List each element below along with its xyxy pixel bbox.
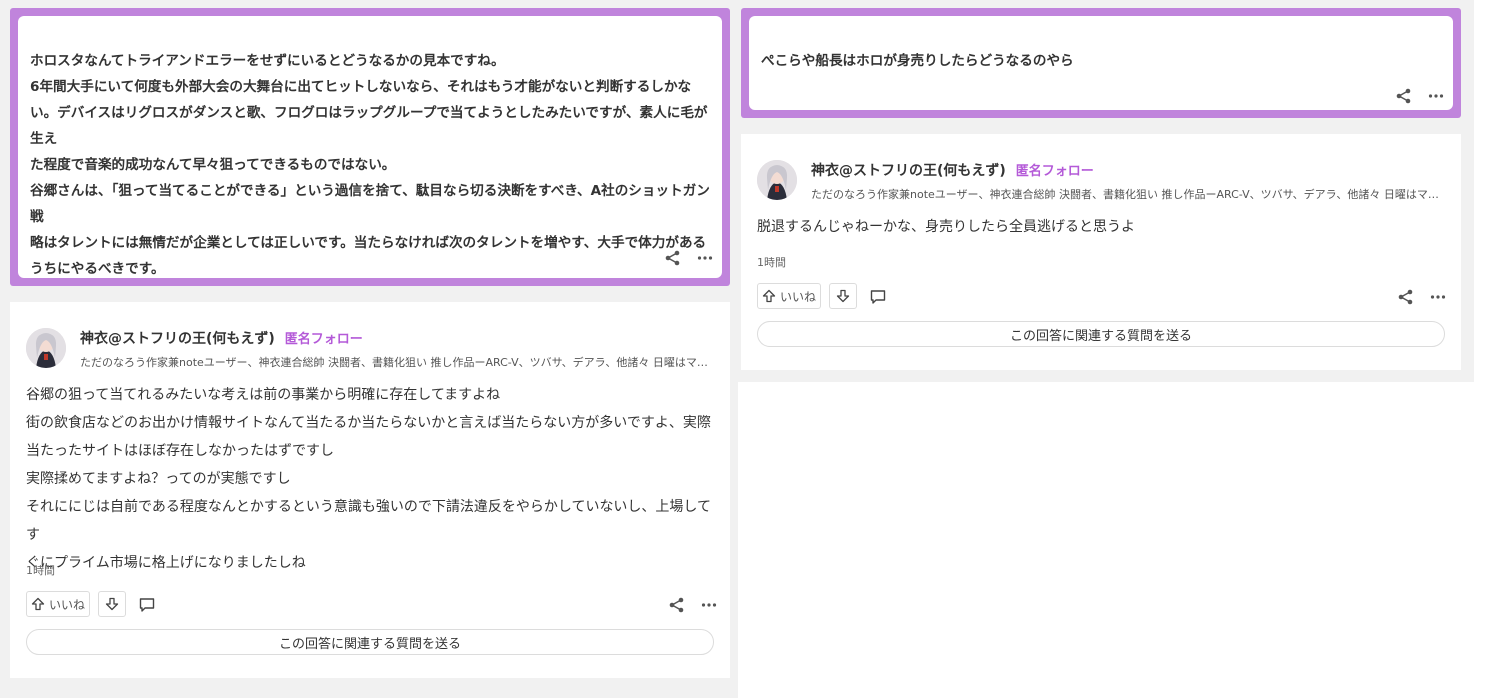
like-label: いいね: [779, 289, 816, 304]
answer-text: 谷郷の狙って当てれるみたいな考えは前の事業から明確に存在してますよね 街の飲食店…: [26, 381, 716, 577]
quoted-text: ぺこらや船長はホロが身売りしたらどうなるのやら: [761, 48, 1451, 74]
more-icon[interactable]: [1427, 87, 1445, 105]
quote-line: ホロスタなんてトライアンドエラーをせずにいるとどうなるかの見本ですね。: [30, 53, 505, 69]
author-row: 神衣@ストフリの王(何もえず) 匿名フォロー: [80, 328, 363, 348]
send-related-question-button[interactable]: この回答に関連する質問を送る: [757, 321, 1445, 347]
answer-actions: [668, 596, 718, 614]
quoted-post-body: ぺこらや船長はホロが身売りしたらどうなるのやら: [749, 16, 1453, 110]
more-icon[interactable]: [696, 249, 714, 267]
comment-icon[interactable]: [869, 288, 887, 306]
timestamp: 1時間: [26, 564, 55, 577]
quoted-post-body: ホロスタなんてトライアンドエラーをせずにいるとどうなるかの見本ですね。 6年間大…: [18, 16, 722, 278]
quote-line: た程度で音楽的成功なんて早々狙ってできるものではない。: [30, 157, 396, 173]
quote-line: 谷郷さんは、「狙って当てることができる」という過信を捨て、駄目なら切る決断をすべ…: [30, 183, 710, 225]
upvote-icon: [762, 289, 776, 303]
downvote-icon: [105, 597, 119, 611]
answer-card-left: 神衣@ストフリの王(何もえず) 匿名フォロー ただのなろう作家兼noteユーザー…: [10, 302, 730, 678]
like-button[interactable]: いいね: [26, 591, 90, 617]
answer-line: 当たったサイトはほぼ存在しなかったはずですし: [26, 443, 334, 459]
author-name[interactable]: 神衣@ストフリの王(何もえず): [80, 328, 275, 348]
answer-line: 谷郷の狙って当てれるみたいな考えは前の事業から明確に存在してますよね: [26, 387, 501, 403]
answer-line: 脱退するんじゃねーかな、身売りしたら全員逃げると思うよ: [757, 219, 1135, 235]
anonymous-follow-button[interactable]: 匿名フォロー: [285, 328, 363, 347]
avatar[interactable]: [757, 160, 797, 200]
answer-line: 街の飲食店などのお出かけ情報サイトなんて当たるか当たらないかと言えば当たらない方…: [26, 415, 711, 431]
downvote-icon: [836, 289, 850, 303]
send-related-question-button[interactable]: この回答に関連する質問を送る: [26, 629, 714, 655]
like-button[interactable]: いいね: [757, 283, 821, 309]
quote-actions: [664, 249, 714, 267]
upvote-icon: [31, 597, 45, 611]
answer-text: 脱退するんじゃねーかな、身売りしたら全員逃げると思うよ: [757, 213, 1447, 241]
downvote-button[interactable]: [98, 591, 126, 617]
author-name[interactable]: 神衣@ストフリの王(何もえず): [811, 160, 1006, 180]
more-icon[interactable]: [1429, 288, 1447, 306]
answer-line: 実際揉めてますよね？ってのが実態ですし: [26, 471, 291, 487]
downvote-button[interactable]: [829, 283, 857, 309]
quoted-text: ホロスタなんてトライアンドエラーをせずにいるとどうなるかの見本ですね。 6年間大…: [30, 48, 720, 282]
share-icon[interactable]: [668, 596, 686, 614]
answer-line: ぐにプライム市場に格上げになりましたしね: [26, 555, 306, 571]
quote-line: 6年間大手にいて何度も外部大会の大舞台に出てヒットしないなら、それはもう才能がな…: [30, 79, 692, 95]
author-bio: ただのなろう作家兼noteユーザー、神衣連合総帥 決闘者、書籍化狙い 推し作品ー…: [811, 188, 1443, 201]
avatar[interactable]: [26, 328, 66, 368]
more-icon[interactable]: [700, 596, 718, 614]
answer-card-right: 神衣@ストフリの王(何もえず) 匿名フォロー ただのなろう作家兼noteユーザー…: [741, 134, 1461, 370]
like-label: いいね: [48, 597, 85, 612]
timestamp: 1時間: [757, 256, 786, 269]
comment-icon[interactable]: [138, 596, 156, 614]
quoted-post-left: ホロスタなんてトライアンドエラーをせずにいるとどうなるかの見本ですね。 6年間大…: [10, 8, 730, 286]
answer-actions: [1397, 288, 1447, 306]
author-row: 神衣@ストフリの王(何もえず) 匿名フォロー: [811, 160, 1094, 180]
quote-line: い。デバイスはリグロスがダンスと歌、フログロはラップグループで当てようとしたみた…: [30, 105, 708, 147]
quote-line: 略はタレントには無情だが企業としては正しいです。当たらなければ次のタレントを増や…: [30, 235, 707, 251]
quote-actions: [1395, 87, 1445, 105]
share-icon[interactable]: [664, 249, 682, 267]
quote-line: ぺこらや船長はホロが身売りしたらどうなるのやら: [761, 53, 1074, 69]
share-icon[interactable]: [1397, 288, 1415, 306]
quoted-post-right: ぺこらや船長はホロが身売りしたらどうなるのやら: [741, 8, 1461, 118]
answer-line: それににじは自前である程度なんとかするという意識も強いので下請法違反をやらかして…: [26, 499, 712, 543]
share-icon[interactable]: [1395, 87, 1413, 105]
quote-line: うちにやるべきです。: [30, 261, 165, 277]
author-bio: ただのなろう作家兼noteユーザー、神衣連合総帥 決闘者、書籍化狙い 推し作品ー…: [80, 356, 712, 369]
anonymous-follow-button[interactable]: 匿名フォロー: [1016, 160, 1094, 179]
